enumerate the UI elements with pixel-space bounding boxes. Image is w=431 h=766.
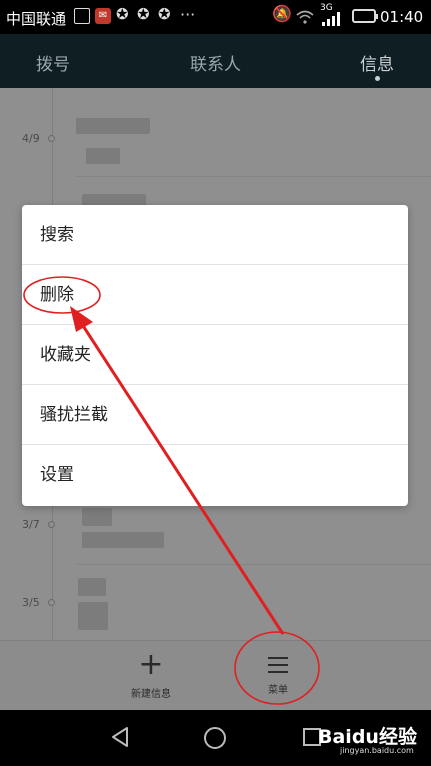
blurred-preview — [78, 602, 108, 630]
back-icon[interactable] — [110, 726, 130, 748]
blurred-preview — [86, 148, 120, 164]
picture-icon — [74, 8, 90, 24]
timeline-dot — [48, 599, 55, 606]
menu-button[interactable]: 菜单 — [233, 641, 323, 711]
timeline-dot — [48, 135, 55, 142]
menu-label: 菜单 — [268, 685, 288, 696]
menu-item-delete[interactable]: 删除 — [22, 265, 408, 325]
app-icon: ✉ — [95, 8, 111, 24]
plus-icon: + — [138, 647, 164, 682]
active-tab-indicator — [375, 76, 380, 81]
tab-dialer[interactable]: 拨号 — [36, 50, 70, 75]
list-date: 3/5 — [22, 596, 40, 609]
app-header: 拨号 联系人 信息 — [0, 34, 431, 88]
signal-icon — [322, 12, 342, 26]
mute-icon: 🔕 — [272, 4, 292, 23]
new-message-label: 新建信息 — [131, 689, 171, 700]
battery-icon — [352, 9, 378, 23]
menu-item-settings[interactable]: 设置 — [22, 445, 408, 505]
list-date: 3/7 — [22, 518, 40, 531]
menu-item-search[interactable]: 搜索 — [22, 205, 408, 265]
row-divider — [76, 176, 431, 177]
blurred-contact — [78, 578, 106, 596]
timeline-dot — [48, 521, 55, 528]
home-icon[interactable] — [204, 727, 226, 749]
menu-item-spam-block[interactable]: 骚扰拦截 — [22, 385, 408, 445]
popup-menu: 搜索 删除 收藏夹 骚扰拦截 设置 — [22, 205, 408, 506]
blurred-contact — [82, 508, 112, 526]
more-icon: ··· — [180, 5, 196, 24]
new-message-button[interactable]: + 新建信息 — [106, 641, 196, 711]
tab-contacts[interactable]: 联系人 — [190, 50, 241, 75]
star-icon: ✪ — [137, 5, 150, 23]
hamburger-icon — [268, 657, 288, 673]
wifi-icon — [296, 10, 314, 24]
blurred-contact — [76, 118, 150, 134]
watermark-url: jingyan.baidu.com — [340, 746, 414, 755]
menu-item-favorites[interactable]: 收藏夹 — [22, 325, 408, 385]
carrier-name: 中国联通 — [6, 10, 67, 28]
tab-messages[interactable]: 信息 — [360, 50, 394, 75]
star-icon: ✪ — [158, 5, 171, 23]
clock: 01:40 — [380, 8, 424, 26]
star-icon: ✪ — [116, 5, 129, 23]
watermark-brand: Baidu经验 — [318, 726, 417, 748]
blurred-preview — [82, 532, 164, 548]
bottom-toolbar: + 新建信息 菜单 — [0, 640, 431, 711]
list-date: 4/9 — [22, 132, 40, 145]
row-divider — [76, 564, 431, 565]
status-bar: 中国联通 ✉ ✪ ✪ ✪ ··· 🔕 3G 01:40 — [0, 0, 431, 34]
